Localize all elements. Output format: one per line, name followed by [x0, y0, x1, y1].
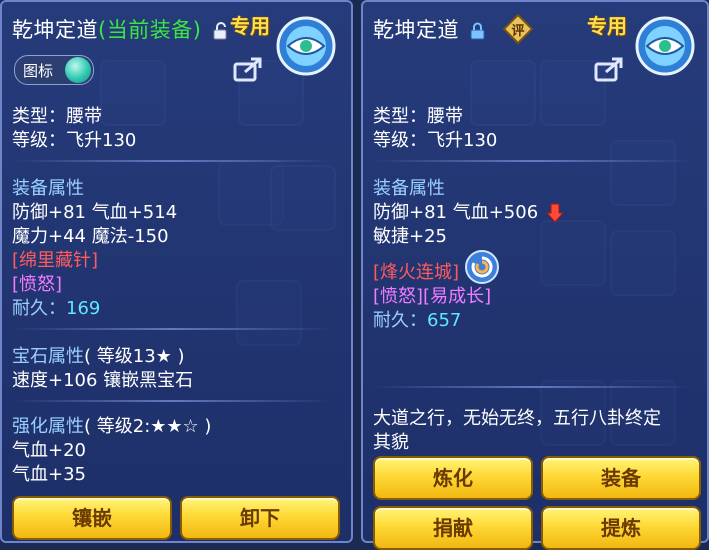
- special-label: 专用: [587, 14, 627, 38]
- durability-value: 169: [66, 298, 101, 319]
- durability: 耐久：657: [373, 306, 461, 332]
- attr-line: 魔力+44 魔法-150: [12, 226, 169, 247]
- attr-header: 装备属性: [373, 178, 445, 199]
- attr-header: 装备属性: [12, 178, 84, 199]
- item-description: 其貌: [373, 432, 409, 453]
- durability-label: 耐久：: [12, 298, 66, 319]
- icon-toggle-label: 图标: [23, 62, 54, 80]
- attr-line: 敏捷+25: [373, 226, 447, 247]
- special-skill: [愤怒][易成长]: [373, 286, 492, 307]
- toggle-knob[interactable]: [65, 57, 91, 83]
- inlay-button[interactable]: 镶嵌: [12, 496, 172, 540]
- divider: [373, 160, 693, 162]
- item-description: 大道之行，无始无终，五行八卦终定: [373, 408, 661, 429]
- item-title: 乾坤定道(当前装备): [12, 14, 229, 44]
- enhance-line: 气血+35: [12, 464, 86, 485]
- equipped-status: (当前装备): [98, 18, 202, 42]
- durability-label: 耐久：: [373, 310, 427, 331]
- item-name: 乾坤定道: [373, 18, 459, 42]
- equip-button[interactable]: 装备: [541, 456, 701, 500]
- gem-level: ( 等级13★ ): [84, 346, 185, 367]
- unequip-button[interactable]: 卸下: [180, 496, 340, 540]
- durability-value: 657: [427, 310, 462, 331]
- item-title: 乾坤定道: [373, 14, 486, 44]
- enhance-header: 强化属性: [12, 416, 84, 437]
- special-effect: [绵里藏针]: [12, 250, 99, 271]
- enhance-line: 气血+20: [12, 440, 86, 461]
- equipped-item-panel: 乾坤定道(当前装备) 专用 图标 类型：腰带 等级：飞升130 装备属性 防御+…: [0, 0, 353, 543]
- item-type: 类型：腰带: [12, 106, 102, 127]
- belt-item-icon: [635, 16, 695, 76]
- swirl-skill-icon[interactable]: [465, 250, 499, 284]
- item-level: 等级：飞升130: [12, 130, 137, 151]
- lock-icon[interactable]: [470, 22, 486, 40]
- share-icon[interactable]: [233, 56, 265, 82]
- extract-button[interactable]: 提炼: [541, 506, 701, 550]
- unlock-icon[interactable]: [213, 22, 229, 40]
- divider: [373, 386, 693, 388]
- belt-item-icon: [276, 16, 336, 76]
- gem-line: 速度+106 镶嵌黑宝石: [12, 370, 194, 391]
- special-skill: [愤怒]: [12, 274, 63, 295]
- share-icon[interactable]: [594, 56, 626, 82]
- refine-button[interactable]: 炼化: [373, 456, 533, 500]
- durability: 耐久：169: [12, 294, 100, 320]
- bag-item-panel: 乾坤定道 评 专用 类型：腰带 等级：飞升130 装备属性 防御+81 气血+5…: [361, 0, 709, 550]
- special-effect: [烽火连城]: [373, 262, 460, 283]
- item-type: 类型：腰带: [373, 106, 463, 127]
- enhance-level: ( 等级2:★★☆ ): [84, 416, 212, 437]
- divider: [12, 400, 332, 402]
- divider: [12, 328, 332, 330]
- attr-line: 防御+81 气血+506: [373, 198, 564, 224]
- item-level: 等级：飞升130: [373, 130, 498, 151]
- donate-button[interactable]: 捐献: [373, 506, 533, 550]
- divider: [12, 160, 332, 162]
- special-label: 专用: [230, 14, 270, 38]
- item-name: 乾坤定道: [12, 18, 98, 42]
- down-arrow-icon: [545, 203, 564, 223]
- attr-line-text: 防御+81 气血+506: [373, 202, 539, 223]
- enhance-attr: 强化属性( 等级2:★★☆ ): [12, 412, 211, 438]
- icon-toggle[interactable]: 图标: [14, 55, 94, 85]
- rate-badge-label: 评: [511, 24, 525, 39]
- gem-attr: 宝石属性( 等级13★ ): [12, 342, 185, 368]
- gem-header: 宝石属性: [12, 346, 84, 367]
- rate-badge-icon[interactable]: 评: [503, 14, 533, 44]
- attr-line: 防御+81 气血+514: [12, 202, 178, 223]
